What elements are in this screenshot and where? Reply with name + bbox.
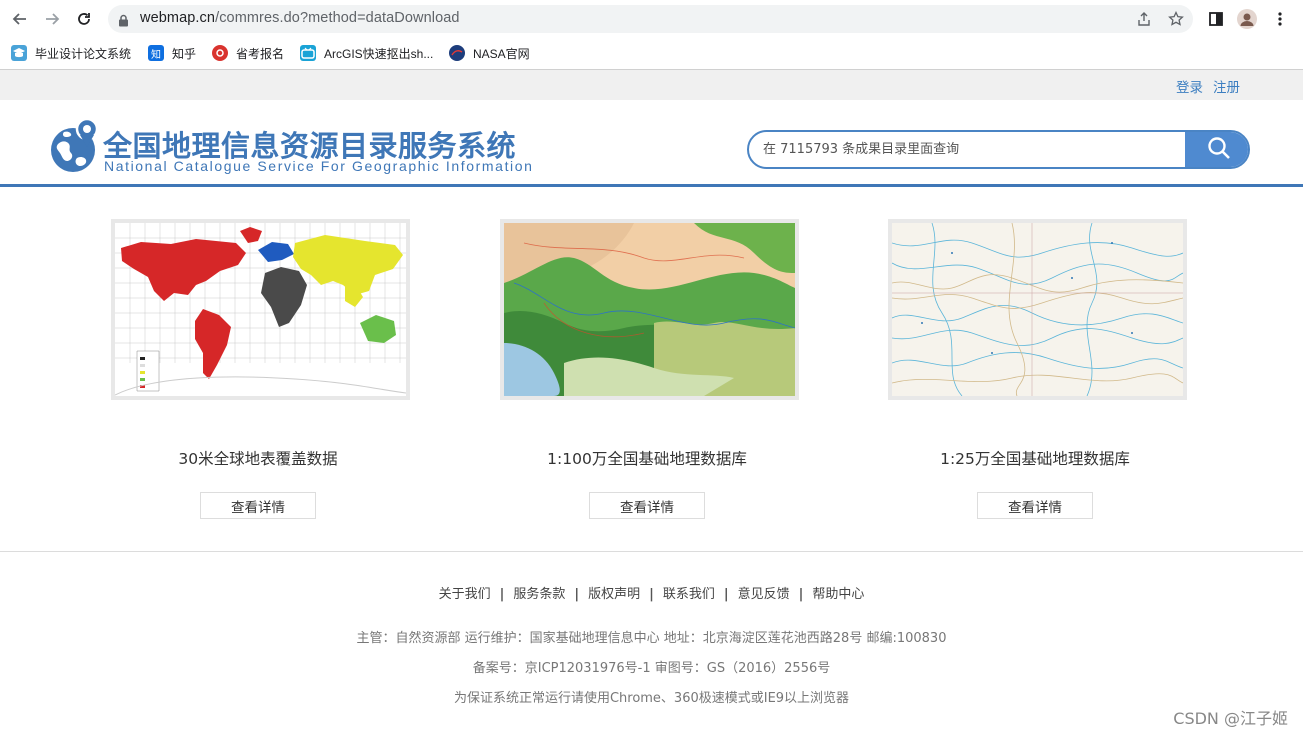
bookmark-item[interactable]: 知知乎 <box>148 43 196 63</box>
csdn-watermark: CSDN @江子姬 <box>1173 709 1288 728</box>
star-bookmark-icon[interactable] <box>1167 10 1185 28</box>
view-details-button[interactable]: 查看详情 <box>589 492 705 519</box>
site-subtitle: National Catalogue Service For Geographi… <box>104 158 534 174</box>
site-topbar: 登录 注册 <box>0 70 1303 100</box>
graduation-cap-icon <box>11 45 27 61</box>
footer-link-terms[interactable]: 服务条款 <box>513 587 565 602</box>
search-button[interactable] <box>1185 132 1248 167</box>
login-link[interactable]: 登录 <box>1176 76 1203 96</box>
view-details-button[interactable]: 查看详情 <box>977 492 1093 519</box>
url-text[interactable]: webmap.cn/commres.do?method=dataDownload <box>140 10 460 26</box>
register-link[interactable]: 注册 <box>1213 76 1240 96</box>
nasa-logo-icon <box>449 45 465 61</box>
search-icon <box>1207 136 1231 164</box>
forward-arrow-icon[interactable] <box>42 9 62 29</box>
footer-link-help[interactable]: 帮助中心 <box>812 587 864 602</box>
footer-divider <box>0 551 1303 552</box>
footer-browser-notice: 为保证系统正常运行请使用Chrome、360极速模式或IE9以上浏览器 <box>453 691 850 706</box>
footer-link-copyright[interactable]: 版权声明 <box>588 587 640 602</box>
footer-sponsor-info: 主管：自然资源部 运行维护：国家基础地理信息中心 地址：北京海淀区莲花池西路28… <box>356 631 947 646</box>
exam-logo-icon <box>212 45 228 61</box>
share-icon[interactable] <box>1135 10 1153 28</box>
globe-pin-logo-icon <box>50 117 100 180</box>
product-title[interactable]: 30米全球地表覆盖数据 <box>108 447 408 469</box>
product-title[interactable]: 1:100万全国基础地理数据库 <box>497 447 797 469</box>
browser-toolbar: webmap.cn/commres.do?method=dataDownload <box>0 0 1303 38</box>
footer-link-feedback[interactable]: 意见反馈 <box>738 587 790 602</box>
product-title[interactable]: 1:25万全国基础地理数据库 <box>885 447 1185 469</box>
search-input[interactable] <box>749 132 1185 167</box>
more-menu-icon[interactable] <box>1270 9 1290 29</box>
product-thumbnail-1m-database[interactable] <box>500 219 799 400</box>
address-bar[interactable]: webmap.cn/commres.do?method=dataDownload <box>108 5 1193 33</box>
bookmark-item[interactable]: ArcGIS快速抠出sh... <box>300 43 433 63</box>
footer-link-contact[interactable]: 联系我们 <box>663 587 715 602</box>
side-panel-icon[interactable] <box>1206 9 1226 29</box>
product-thumbnail-global-landcover[interactable] <box>111 219 410 400</box>
product-thumbnail-250k-database[interactable] <box>888 219 1187 400</box>
bookmark-item[interactable]: NASA官网 <box>449 43 530 63</box>
bookmarks-bar: 毕业设计论文系统 知知乎 省考报名 ArcGIS快速抠出sh... NASA官网 <box>0 38 1303 68</box>
bilibili-tv-icon <box>300 45 316 61</box>
reload-icon[interactable] <box>74 9 94 29</box>
lock-icon[interactable] <box>118 12 129 31</box>
zhihu-icon: 知 <box>148 45 164 61</box>
footer-link-about[interactable]: 关于我们 <box>439 587 491 602</box>
header-divider <box>0 184 1303 187</box>
back-arrow-icon[interactable] <box>10 9 30 29</box>
bookmark-item[interactable]: 省考报名 <box>212 43 284 63</box>
search-box <box>747 130 1250 169</box>
profile-avatar-icon[interactable] <box>1237 9 1257 29</box>
bookmark-item[interactable]: 毕业设计论文系统 <box>11 43 131 63</box>
view-details-button[interactable]: 查看详情 <box>200 492 316 519</box>
footer-nav: 关于我们 | 服务条款 | 版权声明 | 联系我们 | 意见反馈 | 帮助中心 <box>438 587 865 602</box>
footer-icp-info: 备案号：京ICP12031976号-1 审图号：GS（2016）2556号 <box>472 661 831 676</box>
